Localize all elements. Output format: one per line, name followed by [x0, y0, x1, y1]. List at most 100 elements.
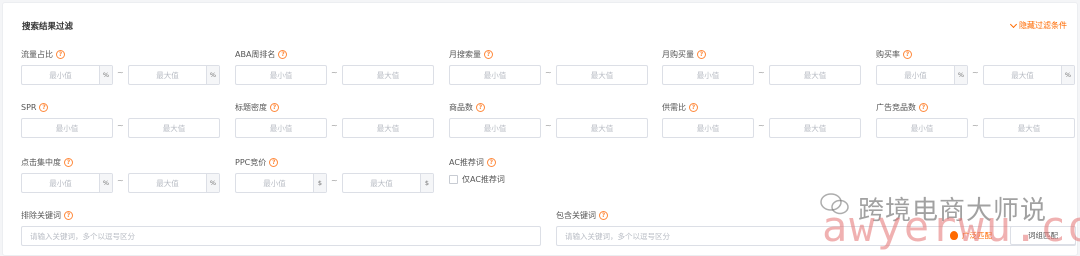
ppc-bid-max-input[interactable]: 最大值 $ [342, 173, 434, 193]
aba-rank-max-input[interactable]: 最大值 [342, 65, 434, 85]
percent-unit: % [954, 66, 967, 84]
include-keywords-input[interactable]: 请输入关键词，多个以逗号区分 [556, 226, 1076, 246]
range-separator: ~ [758, 68, 765, 77]
filter-product-count: 商品数? 最小值 ~ 最大值 [449, 101, 649, 138]
help-icon[interactable]: ? [39, 102, 49, 112]
filter-exclude-keywords: 排除关键词? 请输入关键词，多个以逗号区分 [21, 209, 541, 246]
hide-filters-label: 隐藏过滤条件 [1019, 21, 1067, 30]
help-icon[interactable]: ? [476, 102, 485, 112]
phrase-match-button[interactable]: 词组匹配 [1010, 226, 1076, 245]
ac-only-checkbox[interactable]: 仅AC推荐词 [449, 174, 505, 185]
filter-click-concentration: 点击集中度? 最小值% ~ 最大值% [21, 156, 221, 193]
spr-max-input[interactable]: 最大值 [128, 118, 220, 138]
help-icon[interactable]: ? [269, 157, 279, 167]
range-separator: ~ [331, 121, 338, 130]
filter-label: SPR [21, 102, 37, 112]
fire-icon [950, 231, 958, 240]
range-separator: ~ [331, 68, 338, 77]
hide-filters-toggle[interactable]: 隐藏过滤条件 [1009, 20, 1067, 31]
help-icon[interactable]: ? [56, 49, 65, 59]
help-icon[interactable]: ? [270, 102, 279, 112]
range-separator: ~ [117, 176, 124, 185]
filter-title-density: 标题密度? 最小值 ~ 最大值 [235, 101, 435, 138]
filter-include-keywords: 包含关键词? 请输入关键词，多个以逗号区分 [556, 209, 1076, 246]
filter-label: 排除关键词 [21, 210, 61, 220]
filter-label: AC推荐词 [449, 157, 484, 167]
title-density-min-input[interactable]: 最小值 [235, 118, 327, 138]
filter-label: 月搜索量 [449, 49, 481, 59]
help-icon[interactable]: ? [64, 210, 73, 220]
panel-title: 搜索结果过滤 [22, 22, 74, 32]
filter-label: 标题密度 [235, 102, 267, 112]
filter-spr: SPR? 最小值 ~ 最大值 [21, 101, 221, 138]
help-icon[interactable]: ? [278, 49, 288, 59]
supply-demand-max-input[interactable]: 最大值 [769, 118, 861, 138]
filter-label: 流量占比 [21, 49, 53, 59]
help-icon[interactable]: ? [689, 102, 698, 112]
ad-products-min-input[interactable]: 最小值 [876, 118, 968, 138]
percent-unit: % [99, 66, 112, 84]
purchase-rate-min-input[interactable]: 最小值% [876, 65, 968, 85]
filter-traffic-share: 流量占比? 最小值% ~ 最大值% [21, 48, 221, 85]
filter-ppc-bid: PPC竞价? 最小值 $ ~ 最大值 $ [235, 156, 435, 193]
monthly-purchase-min-input[interactable]: 最小值 [662, 65, 754, 85]
click-concentration-min-input[interactable]: 最小值% [21, 173, 113, 193]
aba-rank-min-input[interactable]: 最小值 [235, 65, 327, 85]
supply-demand-min-input[interactable]: 最小值 [662, 118, 754, 138]
title-density-max-input[interactable]: 最大值 [342, 118, 434, 138]
filter-label: 月购买量 [662, 49, 694, 59]
spr-min-input[interactable]: 最小值 [21, 118, 113, 138]
filter-label: PPC竞价 [235, 157, 267, 167]
broad-match-label: 广泛匹配 [962, 231, 992, 240]
traffic-share-min-input[interactable]: 最小值% [21, 65, 113, 85]
monthly-search-min-input[interactable]: 最小值 [449, 65, 541, 85]
traffic-share-max-input[interactable]: 最大值% [128, 65, 220, 85]
help-icon[interactable]: ? [64, 157, 73, 167]
purchase-rate-max-input[interactable]: 最大值% [983, 65, 1075, 85]
range-separator: ~ [972, 121, 979, 130]
percent-unit: % [1061, 66, 1074, 84]
monthly-search-max-input[interactable]: 最大值 [556, 65, 648, 85]
range-separator: ~ [545, 121, 552, 130]
ppc-bid-min-input[interactable]: 最小值 $ [235, 173, 327, 193]
help-icon[interactable]: ? [903, 49, 912, 59]
range-separator: ~ [331, 176, 338, 185]
filter-label: 商品数 [449, 102, 473, 112]
range-separator: ~ [117, 68, 124, 77]
help-icon[interactable]: ? [599, 210, 608, 220]
filter-label: 购买率 [876, 49, 900, 59]
chevron-down-icon [1009, 20, 1018, 28]
monthly-purchase-max-input[interactable]: 最大值 [769, 65, 861, 85]
range-separator: ~ [545, 68, 552, 77]
dollar-unit: $ [313, 174, 326, 192]
help-icon[interactable]: ? [484, 49, 493, 59]
help-icon[interactable]: ? [919, 102, 928, 112]
filter-ad-products: 广告竞品数? 最小值 ~ 最大值 [876, 101, 1076, 138]
help-icon[interactable]: ? [486, 157, 496, 167]
filter-label: 包含关键词 [556, 210, 596, 220]
range-separator: ~ [972, 68, 979, 77]
broad-match-button[interactable]: 广泛匹配 [944, 226, 998, 245]
filter-ac-keyword: AC推荐词? 仅AC推荐词 [449, 156, 649, 184]
exclude-keywords-input[interactable]: 请输入关键词，多个以逗号区分 [21, 226, 541, 246]
range-separator: ~ [117, 121, 124, 130]
filter-supply-demand: 供需比? 最小值 ~ 最大值 [662, 101, 862, 138]
product-count-max-input[interactable]: 最大值 [556, 118, 648, 138]
range-separator: ~ [758, 121, 765, 130]
percent-unit: % [99, 174, 112, 192]
filter-monthly-search: 月搜索量? 最小值 ~ 最大值 [449, 48, 649, 85]
filter-label: 供需比 [662, 102, 686, 112]
percent-unit: % [206, 174, 219, 192]
help-icon[interactable]: ? [697, 49, 706, 59]
product-count-min-input[interactable]: 最小值 [449, 118, 541, 138]
filter-monthly-purchase: 月购买量? 最小值 ~ 最大值 [662, 48, 862, 85]
checkbox-label: 仅AC推荐词 [462, 175, 505, 184]
checkbox-box[interactable] [449, 175, 458, 184]
click-concentration-max-input[interactable]: 最大值% [128, 173, 220, 193]
percent-unit: % [206, 66, 219, 84]
filter-aba-rank: ABA周排名? 最小值 ~ 最大值 [235, 48, 435, 85]
ad-products-max-input[interactable]: 最大值 [983, 118, 1075, 138]
filter-purchase-rate: 购买率? 最小值% ~ 最大值% [876, 48, 1076, 85]
filter-label: 广告竞品数 [876, 102, 916, 112]
dollar-unit: $ [420, 174, 433, 192]
